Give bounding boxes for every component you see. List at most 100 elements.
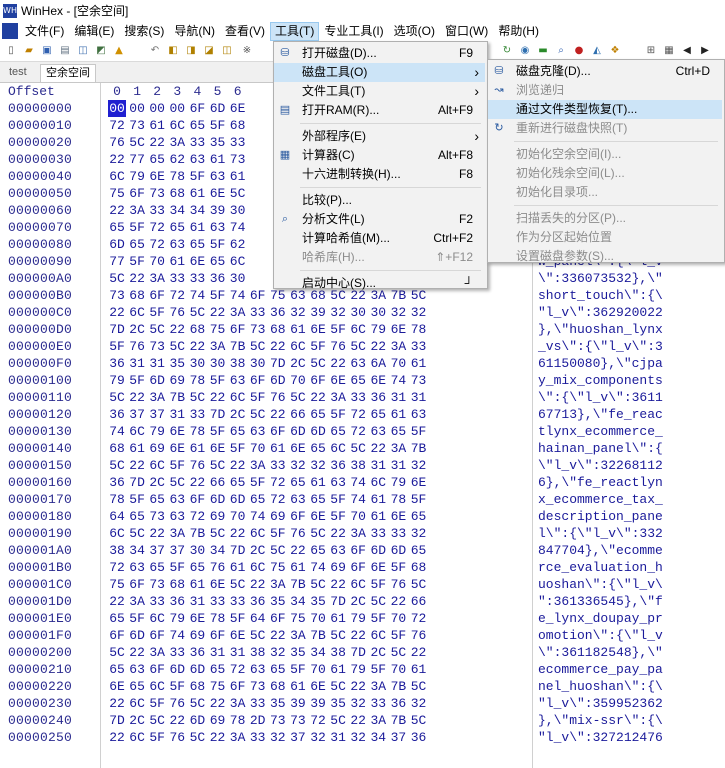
hex-row[interactable]: 000001F0 6F 6D 6F 74 69 6F 6E 5C 22 3A 7B 5C 22 6C 5F 76… (0, 627, 725, 644)
hex-byte[interactable]: 22 (108, 304, 126, 321)
hex-byte[interactable]: 6E (369, 372, 387, 389)
ascii-cell[interactable]: },\"huoshan_lynx (538, 321, 663, 338)
hex-byte[interactable]: 22 (108, 151, 126, 168)
menu-help[interactable]: 帮助(H) (493, 22, 544, 41)
hex-byte[interactable]: 66 (410, 593, 428, 610)
hex-byte[interactable]: 74 (249, 508, 267, 525)
hex-byte[interactable]: 72 (108, 559, 126, 576)
hex-byte[interactable]: 6C (249, 559, 267, 576)
hex-byte[interactable]: 22 (108, 202, 126, 219)
hex-byte[interactable]: 31 (389, 389, 407, 406)
hex-byte[interactable]: 30 (188, 542, 206, 559)
tools-menu-item[interactable]: 外部程序(E) › (274, 127, 485, 146)
hex-byte[interactable]: 33 (349, 389, 367, 406)
hex-byte[interactable]: 33 (249, 729, 267, 746)
ascii-cell[interactable]: uoshan\":{\"l_v\ (538, 576, 663, 593)
hex-byte[interactable]: 6D (128, 627, 146, 644)
hex-byte[interactable]: 38 (329, 644, 347, 661)
tools-menu-item[interactable]: 计算哈希值(M)... Ctrl+F2 (274, 229, 485, 248)
hex-byte[interactable]: 61 (289, 559, 307, 576)
hex-byte[interactable]: 5C (349, 440, 367, 457)
hex-byte[interactable]: 63 (289, 491, 307, 508)
hex-byte[interactable]: 22 (108, 593, 126, 610)
hex-row[interactable]: 00000170 78 5F 65 63 6F 6D 6D 65 72 63 65 5F 74 61 78 5F… (0, 491, 725, 508)
hex-byte[interactable]: 65 (148, 491, 166, 508)
hex-byte[interactable]: 5F (249, 389, 267, 406)
hex-byte[interactable]: 61 (148, 117, 166, 134)
hex-byte[interactable]: 5C (148, 712, 166, 729)
hex-byte[interactable]: 6E (410, 474, 428, 491)
hex-byte[interactable]: 73 (148, 338, 166, 355)
hex-byte[interactable]: 2C (249, 542, 267, 559)
hex-byte[interactable]: 72 (168, 287, 186, 304)
hex-row[interactable]: 00000180 64 65 73 63 72 69 70 74 69 6F 6E 5F 70 61 6E 65… (0, 508, 725, 525)
hex-byte[interactable]: 65 (128, 678, 146, 695)
hex-byte[interactable]: 22 (369, 440, 387, 457)
hex-byte[interactable]: 72 (148, 219, 166, 236)
tools-menu-item[interactable]: ⌕ 分析文件(L) F2 (274, 210, 485, 229)
hex-byte[interactable]: 33 (269, 457, 287, 474)
hex-byte[interactable]: 22 (309, 389, 327, 406)
hex-byte[interactable]: 76 (128, 338, 146, 355)
hex-byte[interactable]: 75 (108, 576, 126, 593)
ascii-cell[interactable]: y_mix_components (538, 372, 663, 389)
hex-byte[interactable]: 5F (329, 508, 347, 525)
hex-byte[interactable]: 5C (369, 593, 387, 610)
hex-row[interactable]: 000001E0 65 5F 6C 79 6E 78 5F 64 6F 75 70 61 79 5F 70 72… (0, 610, 725, 627)
hex-byte[interactable]: 72 (188, 508, 206, 525)
hex-byte[interactable]: 33 (249, 304, 267, 321)
hex-byte[interactable]: 72 (269, 474, 287, 491)
hex-byte[interactable]: 74 (389, 372, 407, 389)
hex-byte[interactable]: 22 (209, 304, 227, 321)
hex-byte[interactable]: 6A (369, 355, 387, 372)
hex-byte[interactable]: 32 (389, 304, 407, 321)
disk-tools-item[interactable]: 通过文件类型恢复(T)... (488, 100, 722, 119)
hex-byte[interactable]: 72 (108, 117, 126, 134)
hex-byte[interactable]: 32 (410, 457, 428, 474)
hex-byte[interactable]: 5C (249, 338, 267, 355)
hex-byte[interactable]: 33 (188, 134, 206, 151)
hex-byte[interactable]: 6F (229, 321, 247, 338)
ascii-cell[interactable]: rce_evaluation_h (538, 559, 663, 576)
menu-navigation[interactable]: 导航(N) (169, 22, 220, 41)
hex-byte[interactable]: 3A (269, 576, 287, 593)
hex-byte[interactable]: 68 (188, 321, 206, 338)
hex-byte[interactable]: 36 (108, 406, 126, 423)
hex-byte[interactable]: 6D (289, 423, 307, 440)
hex-byte[interactable]: 5C (209, 525, 227, 542)
hex-byte[interactable]: 22 (249, 576, 267, 593)
hex-byte[interactable]: 5C (108, 644, 126, 661)
hex-byte[interactable]: 6C (349, 576, 367, 593)
hex-byte[interactable]: 6F (188, 100, 206, 117)
hex-byte[interactable]: 3A (128, 202, 146, 219)
hex-byte[interactable]: 6C (229, 253, 247, 270)
hex-byte[interactable]: 63 (249, 661, 267, 678)
hex-byte[interactable]: 32 (329, 304, 347, 321)
hex-byte[interactable]: 61 (188, 440, 206, 457)
hex-byte[interactable]: 6E (389, 508, 407, 525)
hex-byte[interactable]: 63 (128, 559, 146, 576)
hex-byte[interactable]: 5F (369, 576, 387, 593)
hex-byte[interactable]: 79 (389, 474, 407, 491)
hex-byte[interactable]: 68 (269, 321, 287, 338)
hex-byte[interactable]: 5F (269, 525, 287, 542)
refresh-icon[interactable]: ↻ (500, 44, 514, 58)
hex-byte[interactable]: 6C (128, 423, 146, 440)
hex-byte[interactable]: 69 (269, 508, 287, 525)
hex-byte[interactable]: 33 (369, 695, 387, 712)
hex-byte[interactable]: 2C (369, 644, 387, 661)
hex-byte[interactable]: 79 (349, 661, 367, 678)
hex-byte[interactable]: 65 (148, 151, 166, 168)
hex-byte[interactable]: 22 (209, 729, 227, 746)
hex-byte[interactable]: 65 (148, 559, 166, 576)
hex-byte[interactable]: 76 (168, 729, 186, 746)
hex-byte[interactable]: 72 (148, 236, 166, 253)
hex-byte[interactable]: 36 (188, 644, 206, 661)
hex-byte[interactable]: 65 (108, 610, 126, 627)
ascii-cell[interactable]: "l_v\":359952362 (538, 695, 663, 712)
hex-byte[interactable]: 5F (389, 627, 407, 644)
hex-byte[interactable]: 6F (229, 678, 247, 695)
hex-byte[interactable]: 6C (128, 695, 146, 712)
hex-byte[interactable]: 5C (309, 576, 327, 593)
hex-byte[interactable]: 3A (148, 644, 166, 661)
